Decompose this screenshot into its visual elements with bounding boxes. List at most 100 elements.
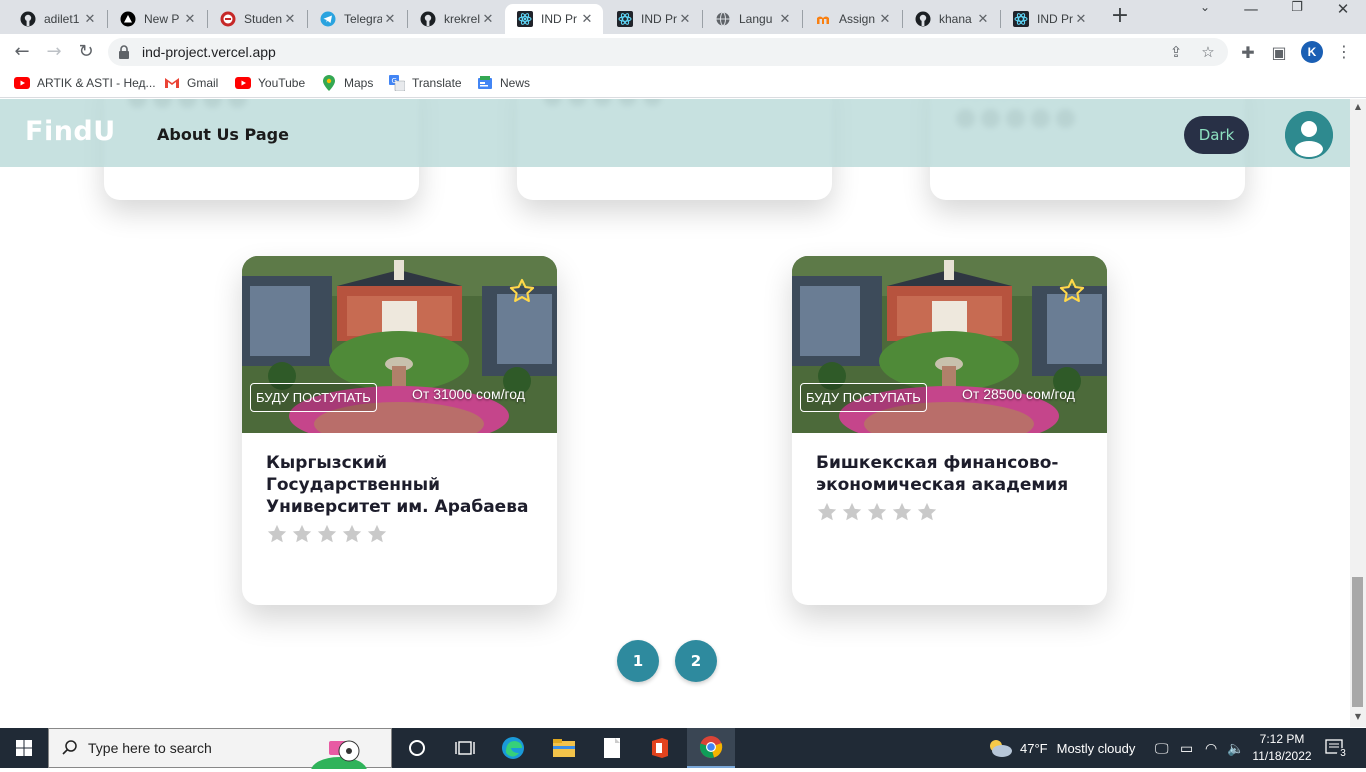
- wifi-icon[interactable]: ◠: [1205, 728, 1217, 768]
- bookmark-news[interactable]: News: [477, 76, 530, 90]
- user-avatar-icon[interactable]: [1285, 111, 1333, 159]
- rating-star-icon[interactable]: [866, 501, 888, 523]
- page-2-button[interactable]: 2: [675, 640, 717, 682]
- tab-10[interactable]: khana ✕: [903, 4, 999, 34]
- menu-kebab-icon[interactable]: ⋮: [1336, 41, 1352, 63]
- rating-stars[interactable]: [816, 501, 938, 523]
- clock-date: 11/18/2022: [1252, 749, 1312, 763]
- browser-tab-strip: adilet1 ✕ New P ✕ Studen ✕ Telegra ✕ kre…: [0, 0, 1366, 34]
- rating-star-icon[interactable]: [316, 523, 338, 545]
- university-card[interactable]: БУДУ ПОСТУПАТЬ От 31000 сом/год Кыргызск…: [242, 256, 557, 605]
- extensions-icon[interactable]: ✚: [1237, 42, 1259, 64]
- back-icon[interactable]: ←: [11, 41, 33, 63]
- tab-6-active[interactable]: IND Pr ✕: [505, 4, 603, 34]
- close-tab-icon[interactable]: ✕: [480, 11, 496, 27]
- address-bar[interactable]: ind-project.vercel.app ⇪ ☆: [108, 38, 1228, 66]
- close-tab-icon[interactable]: ✕: [579, 11, 595, 27]
- file-explorer-icon[interactable]: [540, 728, 588, 768]
- rating-stars[interactable]: [266, 523, 388, 545]
- volume-icon[interactable]: 🔈: [1227, 728, 1244, 768]
- close-tab-icon[interactable]: ✕: [877, 11, 893, 27]
- bookmark-youtube[interactable]: YouTube: [235, 76, 305, 90]
- favorite-star-icon[interactable]: [1058, 277, 1086, 305]
- close-tab-icon[interactable]: ✕: [777, 11, 793, 27]
- apply-badge[interactable]: БУДУ ПОСТУПАТЬ: [250, 383, 377, 412]
- tab-7[interactable]: IND Pr ✕: [605, 4, 701, 34]
- rating-star-icon[interactable]: [816, 501, 838, 523]
- weather-widget[interactable]: 47°F Mostly cloudy: [986, 728, 1135, 768]
- rating-star-icon[interactable]: [341, 523, 363, 545]
- browser-toolbar: ← → ↻ ind-project.vercel.app ⇪ ☆: [0, 34, 1366, 70]
- tab-search-icon[interactable]: ⌄: [1182, 0, 1228, 34]
- tab-5[interactable]: krekrel ✕: [408, 4, 504, 34]
- apply-badge[interactable]: БУДУ ПОСТУПАТЬ: [800, 383, 927, 412]
- dark-mode-button[interactable]: Dark: [1184, 116, 1249, 154]
- close-tab-icon[interactable]: ✕: [182, 11, 198, 27]
- youtube-icon: [235, 76, 251, 90]
- tab-2[interactable]: New P ✕: [108, 4, 206, 34]
- favorite-star-icon[interactable]: [508, 277, 536, 305]
- restore-button[interactable]: ❐: [1274, 0, 1320, 34]
- rating-star-icon[interactable]: [841, 501, 863, 523]
- taskbar-search-box[interactable]: Type here to search: [48, 728, 392, 769]
- tab-9[interactable]: Assign ✕: [803, 4, 901, 34]
- windows-logo-icon[interactable]: [0, 728, 48, 768]
- start-button[interactable]: [0, 728, 48, 768]
- news-icon: [477, 76, 493, 90]
- tab-8[interactable]: Langu ✕: [703, 4, 801, 34]
- rating-star-icon[interactable]: [291, 523, 313, 545]
- about-us-link[interactable]: About Us Page: [157, 125, 289, 144]
- reload-icon[interactable]: ↻: [75, 41, 97, 63]
- new-tab-button[interactable]: +: [1108, 5, 1132, 28]
- task-view-icon[interactable]: [441, 728, 489, 768]
- lock-icon[interactable]: [118, 45, 130, 59]
- close-tab-icon[interactable]: ✕: [1073, 11, 1089, 27]
- chrome-icon[interactable]: [687, 728, 735, 768]
- tab-3[interactable]: Studen ✕: [208, 4, 306, 34]
- bookmark-star-icon[interactable]: ☆: [1198, 42, 1218, 62]
- close-tab-icon[interactable]: ✕: [282, 11, 298, 27]
- scroll-down-arrow-icon[interactable]: ▼: [1353, 712, 1363, 722]
- page-1-button[interactable]: 1: [617, 640, 659, 682]
- bookmark-translate[interactable]: G Translate: [389, 75, 462, 91]
- tab-11[interactable]: IND Pr ✕: [1001, 4, 1097, 34]
- close-tab-icon[interactable]: ✕: [677, 11, 693, 27]
- tab-1[interactable]: adilet1 ✕: [8, 4, 106, 34]
- page-scrollbar[interactable]: ▲ ▼: [1350, 99, 1366, 727]
- rating-star-icon[interactable]: [916, 501, 938, 523]
- gmail-icon: [164, 76, 180, 90]
- office-icon[interactable]: [636, 728, 684, 768]
- tab-4[interactable]: Telegra ✕: [308, 4, 406, 34]
- maps-icon: [321, 75, 337, 91]
- meet-now-icon[interactable]: 🖵: [1155, 728, 1169, 768]
- rating-star-icon[interactable]: [266, 523, 288, 545]
- bookmark-maps[interactable]: Maps: [321, 75, 373, 91]
- url-text[interactable]: ind-project.vercel.app: [142, 44, 276, 60]
- university-card[interactable]: БУДУ ПОСТУПАТЬ От 28500 сом/год Бишкекск…: [792, 256, 1107, 605]
- university-name[interactable]: Бишкекская финансово-экономическая акаде…: [816, 452, 1086, 496]
- side-panel-icon[interactable]: ▣: [1268, 42, 1290, 64]
- notepad-icon[interactable]: [588, 728, 636, 768]
- cortana-icon[interactable]: [393, 728, 441, 768]
- scrollbar-thumb[interactable]: [1352, 577, 1363, 707]
- rating-star-icon[interactable]: [891, 501, 913, 523]
- notifications-button[interactable]: 3: [1325, 728, 1349, 768]
- forward-icon[interactable]: →: [43, 41, 65, 63]
- close-tab-icon[interactable]: ✕: [82, 11, 98, 27]
- site-logo[interactable]: FindU: [25, 116, 116, 147]
- share-icon[interactable]: ⇪: [1166, 42, 1186, 62]
- minimize-button[interactable]: —: [1228, 0, 1274, 34]
- bookmark-artik-asti[interactable]: ARTIK & ASTI - Нед...: [14, 76, 156, 90]
- university-name[interactable]: Кыргызский Государственный Университет и…: [266, 452, 536, 518]
- system-clock[interactable]: 7:12 PM 11/18/2022: [1247, 731, 1317, 765]
- bookmark-gmail[interactable]: Gmail: [164, 76, 218, 90]
- scroll-up-arrow-icon[interactable]: ▲: [1353, 102, 1363, 112]
- close-tab-icon[interactable]: ✕: [382, 11, 398, 27]
- battery-icon[interactable]: ▭: [1180, 728, 1193, 768]
- edge-icon[interactable]: [489, 728, 537, 768]
- cloudy-weather-icon: [990, 740, 1012, 757]
- close-tab-icon[interactable]: ✕: [975, 11, 991, 27]
- profile-avatar[interactable]: K: [1301, 41, 1323, 63]
- rating-star-icon[interactable]: [366, 523, 388, 545]
- close-window-button[interactable]: ✕: [1320, 0, 1366, 34]
